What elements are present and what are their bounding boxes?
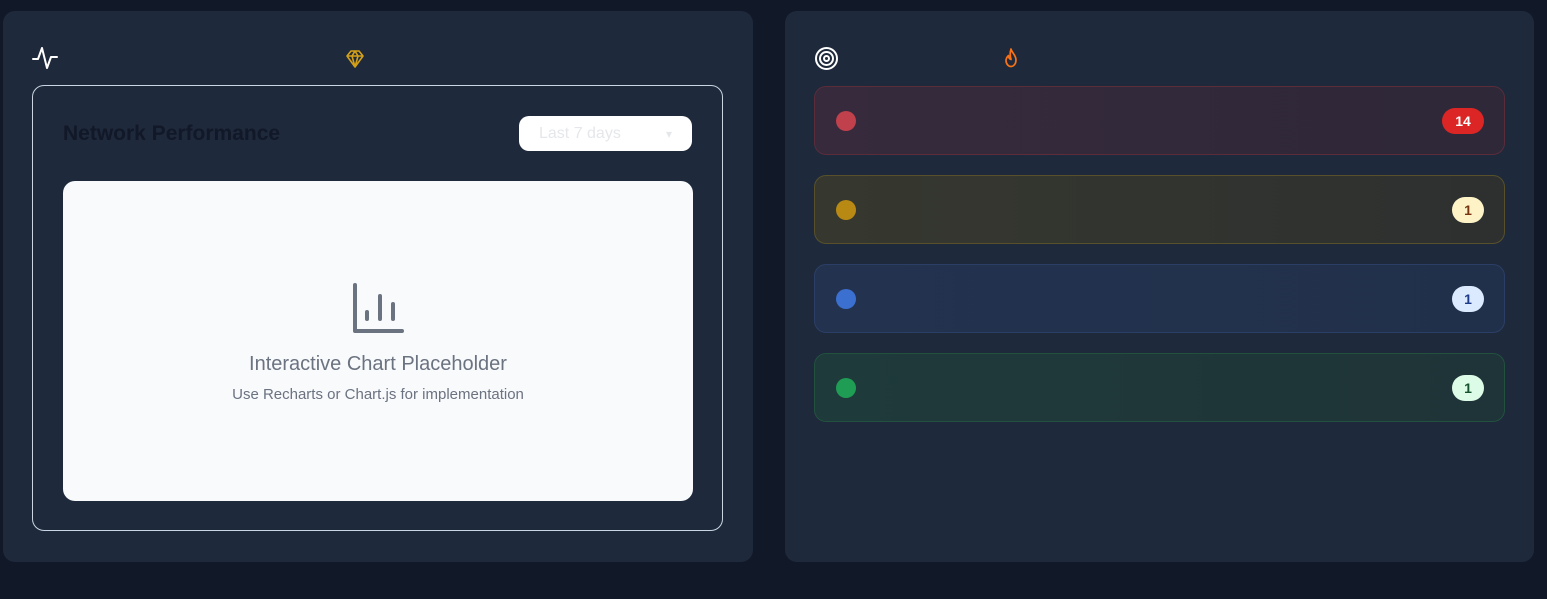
date-range-select[interactable]: Last 7 days ▾: [519, 116, 692, 151]
gem-icon: [345, 49, 365, 74]
date-range-value: Last 7 days: [539, 124, 621, 142]
performance-panel: Network Performance Last 7 days ▾ Intera…: [3, 11, 753, 562]
warning-status-dot: [836, 200, 856, 220]
chart-title: Network Performance: [63, 122, 281, 145]
critical-status-dot: [836, 111, 856, 131]
info-status-dot: [836, 289, 856, 309]
alerts-panel: 14 1 1 1: [785, 11, 1534, 562]
alert-row-info[interactable]: 1: [814, 264, 1505, 333]
alert-row-success[interactable]: 1: [814, 353, 1505, 422]
placeholder-title: Interactive Chart Placeholder: [249, 353, 507, 375]
placeholder-subtitle: Use Recharts or Chart.js for implementat…: [232, 386, 524, 403]
network-performance-card: Network Performance Last 7 days ▾ Intera…: [32, 85, 723, 531]
chevron-down-icon: ▾: [665, 126, 672, 141]
flame-icon: [1002, 48, 1020, 73]
alert-row-critical[interactable]: 14: [814, 86, 1505, 155]
chart-placeholder: Interactive Chart Placeholder Use Rechar…: [63, 181, 693, 501]
target-icon: [814, 46, 839, 76]
critical-count-badge: 14: [1442, 108, 1484, 134]
bar-chart-icon: [351, 282, 405, 341]
info-count-badge: 1: [1452, 286, 1484, 312]
success-status-dot: [836, 378, 856, 398]
alert-row-warning[interactable]: 1: [814, 175, 1505, 244]
activity-icon: [32, 46, 58, 75]
success-count-badge: 1: [1452, 375, 1484, 401]
warning-count-badge: 1: [1452, 197, 1484, 223]
